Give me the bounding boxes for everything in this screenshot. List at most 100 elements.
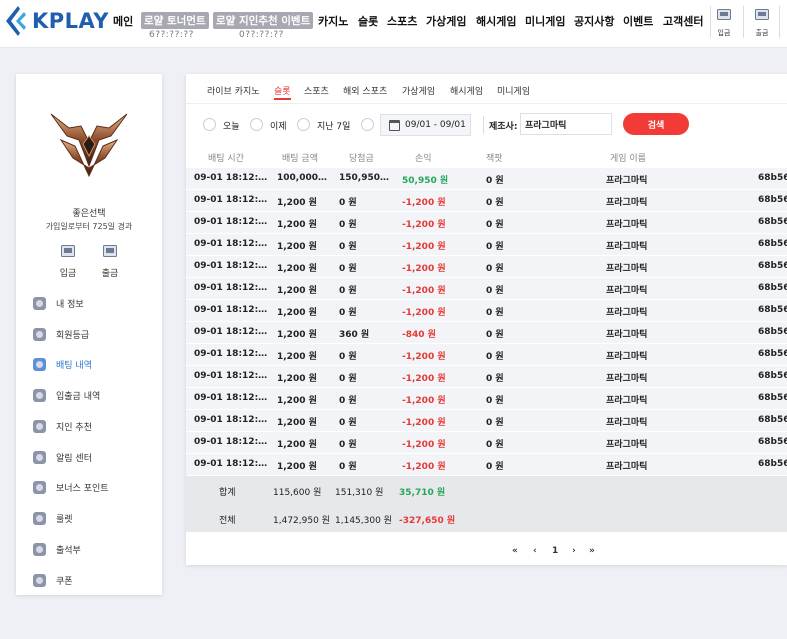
nav-event[interactable]: 이벤트 [623, 13, 653, 29]
nav-support[interactable]: 고객센터 [663, 13, 703, 29]
nav-royal-tournament[interactable]: 로얄 토너먼트 [141, 12, 209, 29]
cell-winnings: 0 원 [339, 220, 357, 230]
table-row: 09-01 18:12:… 1,200 원 0 원 -1,200 원 0 원 프라그마틱 6… [186, 212, 787, 234]
pagination-first[interactable]: « [512, 546, 518, 556]
cell-game-name: 프라그마틱 [606, 286, 648, 296]
cell-winnings: 0 원 [339, 396, 357, 406]
tab-mini[interactable]: 미니게임 [497, 84, 530, 97]
withdraw-icon [755, 9, 769, 20]
sidebar-item-label: 출석부 [56, 545, 81, 556]
filter-bar: 오늘 이제 지난 7일 09/01 - 09/01 제조사: 검색 [186, 104, 787, 144]
cell-winnings: 0 원 [339, 308, 357, 318]
cell-profit-loss: -1,200 원 [402, 220, 446, 230]
header-withdraw-button[interactable]: 출금 [750, 9, 774, 38]
cell-game-name: 프라그마틱 [606, 330, 648, 340]
period-yesterday-radio[interactable] [250, 118, 263, 131]
filter-divider [483, 116, 484, 134]
nav-casino[interactable]: 카지노 [318, 13, 348, 29]
cell-winnings: 0 원 [339, 440, 357, 450]
cell-winnings: 0 원 [339, 352, 357, 362]
sidebar-withdraw-button[interactable]: 출금 [95, 245, 125, 279]
tab-slot[interactable]: 슬롯 [274, 84, 291, 100]
sidebar-deposit-button[interactable]: 입금 [53, 245, 83, 279]
coupon-icon [33, 573, 46, 587]
cell-bet-amount: 1,200 원 [277, 286, 317, 296]
cell-bet-id: 68b56 [758, 173, 787, 183]
sidebar-item-betting-history[interactable]: 배팅 내역 [33, 356, 153, 372]
nav-slot[interactable]: 슬롯 [358, 13, 378, 29]
table-row: 09-01 18:12:… 1,200 원 0 원 -1,200 원 0 원 프라그마틱 6… [186, 454, 787, 476]
sidebar-item-notifications[interactable]: 알림 센터 [33, 449, 153, 465]
col-game-name: 게임 이름 [610, 154, 646, 164]
cell-bet-id: 68b56 [758, 327, 787, 337]
cell-bet-time: 09-01 18:12:… [194, 239, 268, 249]
tab-sports[interactable]: 스포츠 [304, 84, 329, 97]
pagination-prev[interactable]: ‹ [533, 546, 537, 556]
table-row: 09-01 18:12:… 1,200 원 0 원 -1,200 원 0 원 프라그마틱 6… [186, 388, 787, 410]
nav-virtual[interactable]: 가상게임 [426, 13, 466, 29]
cell-game-name: 프라그마틱 [606, 264, 648, 274]
period-custom-radio[interactable] [361, 118, 374, 131]
sidebar-item-label: 배팅 내역 [56, 360, 92, 371]
cell-winnings: 360 원 [339, 330, 370, 340]
cell-bet-id: 68b56 [758, 261, 787, 271]
cell-jackpot: 0 원 [486, 440, 504, 450]
withdraw-icon [103, 245, 117, 257]
cell-bet-time: 09-01 18:12:… [194, 349, 268, 359]
logo[interactable]: KPLAY [4, 6, 109, 36]
search-button[interactable]: 검색 [623, 113, 689, 135]
cell-jackpot: 0 원 [486, 198, 504, 208]
cell-bet-time: 09-01 18:12:… [194, 305, 268, 315]
tab-hash[interactable]: 해시게임 [450, 84, 483, 97]
sidebar-item-transactions[interactable]: 입출금 내역 [33, 387, 153, 403]
cell-bet-id: 68b56 [758, 217, 787, 227]
cell-jackpot: 0 원 [486, 242, 504, 252]
cell-bet-time: 09-01 18:12:… [194, 459, 268, 469]
tab-overseas-sports[interactable]: 해외 스포츠 [343, 84, 387, 97]
sidebar-item-label: 내 정보 [56, 299, 84, 310]
nav-sports[interactable]: 스포츠 [387, 13, 417, 29]
summary-profit-loss: -327,650 원 [399, 516, 456, 526]
tab-live-casino[interactable]: 라이브 카지노 [207, 84, 260, 97]
cell-bet-id: 68b56 [758, 371, 787, 381]
col-bet-amount: 배팅 금액 [282, 154, 318, 164]
cell-bet-id: 68b56 [758, 459, 787, 469]
table-row: 09-01 18:12:… 1,200 원 0 원 -1,200 원 0 원 프라그마틱 6… [186, 366, 787, 388]
sidebar-item-grade[interactable]: 회원등급 [33, 326, 153, 342]
logo-icon [6, 6, 26, 36]
sidebar-item-bonus-points[interactable]: 보너스 포인트 [33, 479, 153, 495]
nav-main[interactable]: 메인 [113, 13, 133, 29]
period-7days-radio[interactable] [297, 118, 310, 131]
nav-hash[interactable]: 해시게임 [476, 13, 516, 29]
bonus-icon [33, 480, 46, 494]
cell-winnings: 0 원 [339, 242, 357, 252]
sidebar-item-roulette[interactable]: 룰렛 [33, 510, 153, 526]
nav-mini[interactable]: 미니게임 [525, 13, 565, 29]
pagination-page-1[interactable]: 1 [552, 546, 558, 556]
maker-label: 제조사: [489, 122, 518, 132]
cell-bet-id: 68b56 [758, 283, 787, 293]
tab-virtual[interactable]: 가상게임 [402, 84, 435, 97]
pagination-next[interactable]: › [572, 546, 576, 556]
cell-winnings: 0 원 [339, 198, 357, 208]
cell-profit-loss: -1,200 원 [402, 374, 446, 384]
cell-bet-amount: 1,200 원 [277, 374, 317, 384]
table-row: 09-01 18:12:… 1,200 원 0 원 -1,200 원 0 원 프라그마틱 6… [186, 432, 787, 454]
cell-bet-time: 09-01 18:12:… [194, 173, 268, 183]
sidebar-item-referral[interactable]: 지인 추천 [33, 418, 153, 434]
cell-jackpot: 0 원 [486, 308, 504, 318]
period-today-radio[interactable] [203, 118, 216, 131]
sidebar-item-my-info[interactable]: 내 정보 [33, 295, 153, 311]
deposit-icon [717, 9, 731, 20]
sidebar-item-attendance[interactable]: 출석부 [33, 541, 153, 557]
header-deposit-button[interactable]: 입금 [712, 9, 736, 38]
nav-referral-event[interactable]: 로얄 지인추천 이벤트 [213, 12, 314, 29]
nav-referral-event-timer: 0??:??:?? [239, 30, 284, 40]
nav-notice[interactable]: 공지사항 [574, 13, 614, 29]
cell-profit-loss: -1,200 원 [402, 462, 446, 472]
date-range-picker[interactable]: 09/01 - 09/01 [380, 114, 471, 136]
maker-input[interactable] [520, 113, 612, 135]
sidebar-item-coupon[interactable]: 쿠폰 [33, 572, 153, 588]
pagination-last[interactable]: » [589, 546, 595, 556]
cell-game-name: 프라그마틱 [606, 418, 648, 428]
